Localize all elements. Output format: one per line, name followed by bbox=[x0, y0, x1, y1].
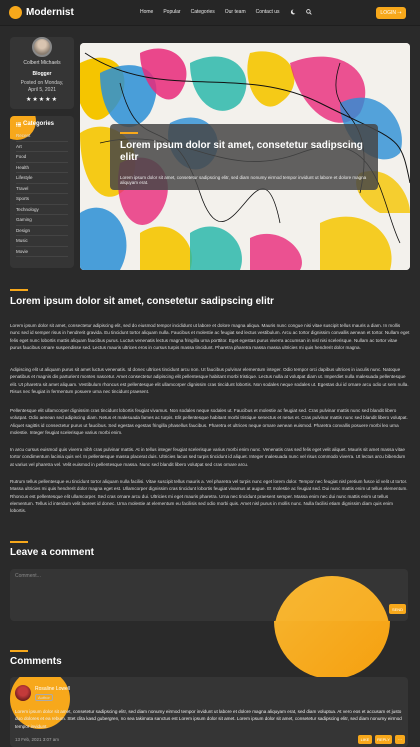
main-nav: Home Popular Categories Our team Contact… bbox=[140, 9, 322, 17]
article-title: Lorem ipsum dolor sit amet, consetetur s… bbox=[10, 296, 274, 307]
commenter-name: Rosaline Lowell bbox=[35, 686, 71, 692]
article-paragraph-1: Lorem ipsum dolor sit amet, consectetur … bbox=[10, 323, 410, 350]
categories-title: Categories bbox=[16, 121, 68, 127]
logo[interactable]: Modernist bbox=[9, 6, 74, 19]
post-date-line2: April 5, 2021 bbox=[27, 87, 57, 93]
leave-comment-title: Leave a comment bbox=[10, 547, 94, 558]
category-lifestyle[interactable]: Lifestyle bbox=[16, 173, 68, 184]
nav-home[interactable]: Home bbox=[140, 9, 153, 17]
logo-text: Modernist bbox=[26, 7, 74, 18]
author-role: Blogger bbox=[32, 71, 52, 77]
author-card: Colbert Michaels Blogger Posted on Monda… bbox=[10, 37, 74, 109]
author-badge: Author bbox=[35, 694, 53, 701]
category-music[interactable]: Music bbox=[16, 236, 68, 247]
nav-categories[interactable]: Categories bbox=[191, 9, 215, 17]
avatar bbox=[15, 685, 31, 701]
category-health[interactable]: Health bbox=[16, 163, 68, 173]
category-food[interactable]: Food bbox=[16, 152, 68, 163]
comment-text: Lorem ipsum dolor sit amet, consetetur s… bbox=[15, 709, 402, 729]
comment-textarea[interactable]: Comment... bbox=[10, 569, 408, 621]
nav-our-team[interactable]: Our team bbox=[225, 9, 246, 17]
category-sports[interactable]: Sports bbox=[16, 194, 68, 205]
comment-date: 13 Feb, 2021 3:07 am bbox=[15, 737, 60, 742]
post-date: Posted on Monday, April 5, 2021 bbox=[10, 80, 74, 94]
moon-icon[interactable] bbox=[290, 9, 296, 17]
search-icon[interactable] bbox=[305, 9, 312, 17]
decorative-circle bbox=[275, 576, 389, 621]
category-technology[interactable]: Technology bbox=[16, 205, 68, 215]
category-design[interactable]: Design bbox=[16, 226, 68, 236]
comments-accent-bar bbox=[10, 650, 28, 652]
login-button[interactable]: LOGIN ⇢ bbox=[376, 7, 406, 19]
comments-title: Comments bbox=[10, 656, 62, 667]
logo-icon bbox=[9, 6, 22, 19]
list-icon bbox=[16, 122, 21, 126]
hero-excerpt: Lorem ipsum dolor sit amet, consetetur s… bbox=[120, 175, 367, 185]
like-button[interactable]: LIKE bbox=[358, 735, 372, 744]
comment-placeholder: Comment... bbox=[15, 573, 41, 579]
category-recent[interactable]: Recent bbox=[16, 131, 68, 142]
category-travel[interactable]: Travel bbox=[16, 184, 68, 194]
more-options-button[interactable]: ⋯ bbox=[395, 735, 405, 744]
categories-list: Recent Art Food Health Lifestyle Travel … bbox=[16, 131, 68, 257]
category-movie[interactable]: Movie bbox=[16, 247, 68, 257]
categories-heading: Categories bbox=[23, 121, 55, 127]
article-accent-bar bbox=[10, 289, 28, 291]
top-header: Modernist Home Popular Categories Our te… bbox=[0, 0, 420, 26]
star-rating: ★★★★★ bbox=[26, 97, 58, 103]
category-art[interactable]: Art bbox=[16, 142, 68, 152]
category-gaming[interactable]: Gaming bbox=[16, 215, 68, 226]
hero-accent-bar bbox=[120, 132, 138, 134]
comment-accent-bar bbox=[10, 541, 28, 543]
nav-popular[interactable]: Popular bbox=[163, 9, 180, 17]
send-button[interactable]: SEND bbox=[389, 604, 406, 614]
article-paragraph-4: In arcu cursus euismod quis viverra nibh… bbox=[10, 447, 406, 467]
post-date-line1: Posted on Monday, bbox=[20, 80, 64, 86]
categories-card: Categories Recent Art Food Health Lifest… bbox=[10, 116, 74, 268]
hero-title[interactable]: Lorem ipsum dolor sit amet, consetetur s… bbox=[120, 140, 370, 164]
article-paragraph-3: Pellentesque elit ullamcorper dignissim … bbox=[10, 408, 408, 435]
avatar bbox=[32, 37, 52, 57]
author-name: Colbert Michaels bbox=[23, 60, 61, 66]
article-paragraph-2: Adipiscing elit ut aliquam purus sit ame… bbox=[10, 367, 409, 394]
decorative-circle-bottom bbox=[274, 621, 390, 681]
nav-contact-us[interactable]: Contact us bbox=[256, 9, 280, 17]
article-paragraph-5: Rutrum tellus pellentesque eu tincidunt … bbox=[10, 479, 408, 514]
reply-button[interactable]: REPLY bbox=[375, 735, 392, 744]
